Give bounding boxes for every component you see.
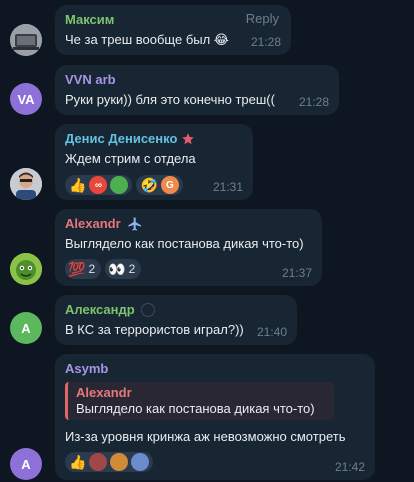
message-time: 21:31 xyxy=(212,180,243,194)
sender-name[interactable]: Alexandr xyxy=(65,216,312,232)
reaction-chip-eyes[interactable]: 👀 2 xyxy=(105,259,142,279)
avatar-denis[interactable] xyxy=(10,168,42,200)
thumbs-up-reaction: 👍 xyxy=(69,454,87,470)
message-bubble[interactable]: Alexandr Выглядело как постанова дикая ч… xyxy=(55,209,322,286)
message-text: Ждем стрим с отдела xyxy=(65,151,196,166)
avatar-initials: A xyxy=(21,456,31,472)
star-icon xyxy=(182,133,195,145)
quote-text: Выглядело как постанова дикая что-то) xyxy=(76,401,315,416)
reaction-chip[interactable]: 🤣 G xyxy=(136,175,183,195)
message-text: Че за треш вообще был 😂 xyxy=(65,32,229,47)
message-time: 21:37 xyxy=(281,266,312,280)
avatar-vvn-arb[interactable]: VA xyxy=(10,83,42,115)
message-time: 21:28 xyxy=(250,35,281,49)
reactor-avatar-icon xyxy=(89,453,108,471)
reply-button[interactable]: Reply xyxy=(246,11,279,26)
reaction-chip[interactable]: 👍 xyxy=(65,452,154,472)
reactor-avatar-icon xyxy=(131,453,150,471)
message-bubble[interactable]: Максим Че за треш вообще был 😂 Reply 21:… xyxy=(55,5,291,55)
message-time: 21:42 xyxy=(334,460,365,474)
reactor-avatar-icon xyxy=(110,453,129,471)
message-text: В КС за террористов играл?)) xyxy=(65,322,244,337)
sender-name-label: Alexandr xyxy=(65,216,121,231)
infinity-sticker-icon: ∞ xyxy=(89,176,108,194)
hundred-reaction: 💯 xyxy=(68,261,86,277)
reaction-count: 2 xyxy=(88,262,96,276)
message-text: Из-за уровня кринжа аж невозможно смотре… xyxy=(65,429,346,444)
eyes-reaction: 👀 xyxy=(108,261,126,277)
message-time: 21:40 xyxy=(256,325,287,339)
sender-name[interactable]: Александр xyxy=(65,302,287,318)
message-bubble[interactable]: Asymb Alexandr Выглядело как постанова д… xyxy=(55,354,375,480)
message-bubble[interactable]: Александр В КС за террористов играл?)) 2… xyxy=(55,295,297,345)
avatar-initials: A xyxy=(21,320,31,336)
message-text: Выглядело как постанова дикая что-то) xyxy=(65,236,304,251)
status-circle-icon xyxy=(140,303,155,317)
rofl-reaction: 🤣 xyxy=(140,177,158,193)
reply-quote[interactable]: Alexandr Выглядело как постанова дикая ч… xyxy=(65,382,334,420)
sender-name[interactable]: Денис Денисенко xyxy=(65,131,243,147)
avatar-maksim[interactable] xyxy=(10,24,42,56)
sender-name-label: Александр xyxy=(65,302,135,317)
avatar-alexandr[interactable] xyxy=(10,253,42,285)
reaction-chip-100[interactable]: 💯 2 xyxy=(65,259,102,279)
reactions-row: 💯 2 👀 2 xyxy=(65,259,312,279)
sender-name[interactable]: Asymb xyxy=(65,361,365,377)
message-time: 21:28 xyxy=(298,95,329,109)
reactions-row: 👍 xyxy=(65,452,365,472)
airplane-icon xyxy=(127,217,141,231)
avatar-initials: VA xyxy=(17,91,35,107)
sender-name[interactable]: VVN arb xyxy=(65,72,329,88)
green-avatar-icon xyxy=(110,176,129,194)
avatar-asymb[interactable]: A xyxy=(10,448,42,480)
message-bubble[interactable]: Денис Денисенко Ждем стрим с отдела 👍 ∞ … xyxy=(55,124,253,200)
sender-name-label: Денис Денисенко xyxy=(65,131,178,146)
message-bubble[interactable]: VVN arb Руки руки)) бля это конечно треш… xyxy=(55,65,339,115)
reaction-chip[interactable]: 👍 ∞ xyxy=(65,175,133,195)
thumbs-up-reaction: 👍 xyxy=(69,177,87,193)
orange-avatar-icon: G xyxy=(160,176,179,194)
avatar-aleksandr[interactable]: A xyxy=(10,312,42,344)
quote-sender: Alexandr xyxy=(76,385,132,400)
message-text: Руки руки)) бля это конечно треш(( xyxy=(65,92,275,107)
reaction-count: 2 xyxy=(128,262,136,276)
